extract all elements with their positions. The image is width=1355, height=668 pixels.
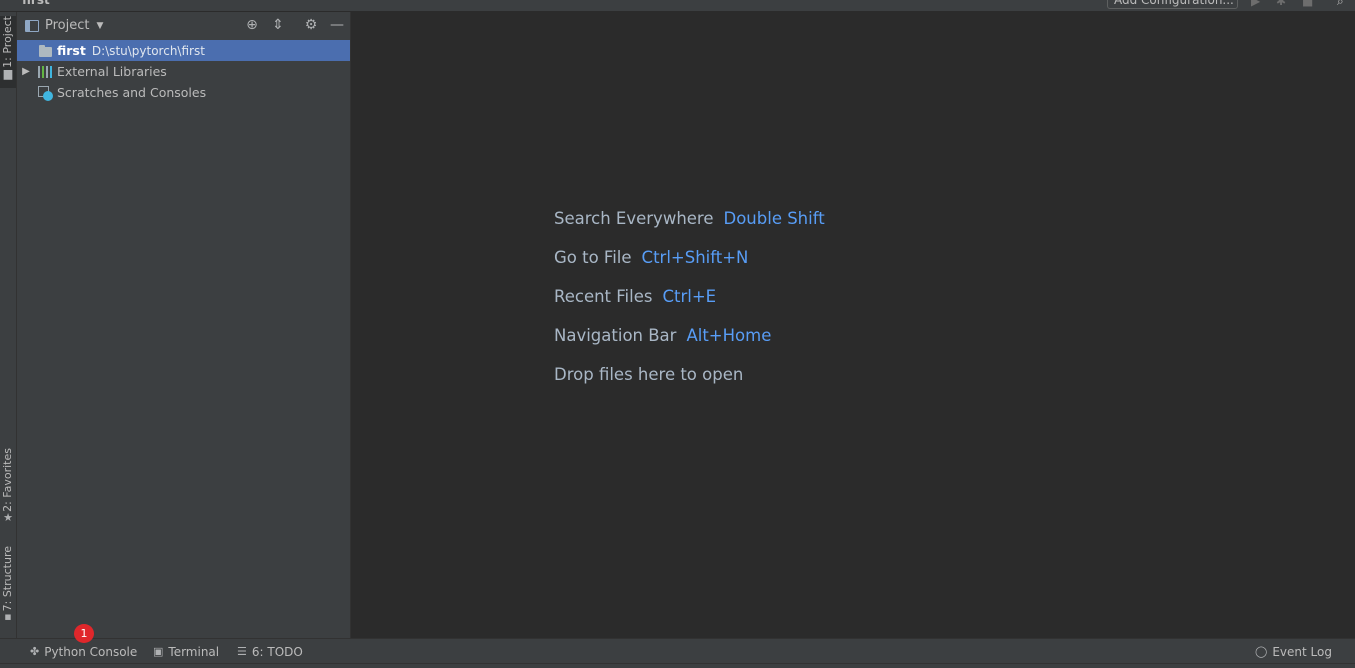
- list-icon: ☰: [237, 645, 247, 658]
- favorites-tool-tab[interactable]: 2: Favorites ★: [0, 448, 16, 530]
- hint-label: Search Everywhere: [554, 209, 714, 228]
- debug-icon[interactable]: ✱: [1276, 0, 1286, 8]
- hint-search-everywhere: Search Everywhere Double Shift: [554, 209, 825, 228]
- hint-shortcut: Ctrl+Shift+N: [641, 248, 749, 267]
- python-icon: ✤: [30, 645, 40, 658]
- gear-icon[interactable]: ⚙: [302, 16, 320, 34]
- search-icon[interactable]: ⌕: [1337, 0, 1344, 9]
- tree-item-scratches[interactable]: Scratches and Consoles: [17, 82, 350, 103]
- project-view-icon: [25, 19, 39, 32]
- structure-tool-tab[interactable]: 7: Structure ▪: [0, 546, 16, 626]
- event-log-label: Event Log: [1272, 644, 1332, 659]
- hint-label: Recent Files: [554, 287, 653, 306]
- structure-icon: ▪: [4, 610, 12, 624]
- hint-shortcut: Double Shift: [723, 209, 825, 228]
- terminal-tab[interactable]: ▣ Terminal: [153, 639, 219, 664]
- hint-label: Drop files here to open: [554, 365, 744, 384]
- locate-file-icon[interactable]: ⊕: [243, 16, 261, 34]
- todo-tab[interactable]: ☰ 6: TODO: [237, 639, 303, 664]
- tree-item-name: External Libraries: [57, 64, 167, 79]
- event-log-icon: ◯: [1255, 645, 1268, 658]
- hide-panel-icon[interactable]: —: [328, 16, 346, 34]
- hint-go-to-file: Go to File Ctrl+Shift+N: [554, 248, 748, 267]
- favorites-tool-tab-label: 2: Favorites: [1, 448, 14, 512]
- chevron-right-icon[interactable]: ▶: [20, 66, 32, 77]
- project-view-selector[interactable]: Project: [45, 18, 89, 33]
- editor-empty-area[interactable]: Search Everywhere Double Shift Go to File…: [352, 12, 1355, 638]
- tree-item-first[interactable]: first D:\stu\pytorch\first: [17, 40, 350, 61]
- project-panel: Project ▼ ⊕ ⇕ ⚙ — first D:\stu\pytorch\f…: [17, 12, 351, 638]
- collapse-all-icon[interactable]: ⇕: [269, 16, 287, 34]
- folder-icon: ▆: [3, 66, 13, 80]
- project-tool-tab-label: 1: Project: [1, 16, 14, 68]
- terminal-label: Terminal: [168, 644, 220, 659]
- tree-item-name: first: [57, 43, 86, 58]
- left-tool-stripe: 1: Project ▆ 2: Favorites ★ 7: Structure…: [0, 12, 17, 638]
- chevron-down-icon[interactable]: ▼: [96, 21, 103, 31]
- python-console-label: Python Console: [44, 644, 138, 659]
- hint-label: Go to File: [554, 248, 632, 267]
- notification-badge: 1: [74, 624, 94, 643]
- todo-label: 6: TODO: [251, 644, 303, 659]
- run-icon[interactable]: ▶: [1251, 0, 1260, 8]
- terminal-icon: ▣: [153, 645, 164, 658]
- hint-recent-files: Recent Files Ctrl+E: [554, 287, 716, 306]
- star-icon: ★: [3, 510, 13, 524]
- tree-item-external-libraries[interactable]: ▶ External Libraries: [17, 61, 350, 82]
- tree-item-name: Scratches and Consoles: [57, 85, 207, 100]
- project-panel-header: Project ▼ ⊕ ⇕ ⚙ —: [17, 12, 350, 39]
- bottom-tool-bar: ✤ Python Console ▣ Terminal ☰ 6: TODO ◯ …: [0, 638, 1355, 663]
- library-icon: [38, 65, 54, 79]
- hint-shortcut: Alt+Home: [686, 326, 772, 345]
- scratches-icon: [38, 85, 54, 101]
- project-name-label[interactable]: first: [22, 0, 50, 7]
- add-configuration-button[interactable]: Add Configuration...: [1107, 0, 1238, 9]
- hint-label: Navigation Bar: [554, 326, 677, 345]
- hint-navigation-bar: Navigation Bar Alt+Home: [554, 326, 771, 345]
- tree-item-path: D:\stu\pytorch\first: [91, 43, 205, 58]
- stop-icon[interactable]: ■: [1302, 0, 1313, 8]
- hint-drop-files: Drop files here to open: [554, 365, 743, 384]
- navigation-bar: first Add Configuration... ▶ ✱ ■ ⌕: [0, 0, 1355, 12]
- structure-tool-tab-label: 7: Structure: [1, 546, 14, 612]
- status-bar: [0, 663, 1355, 668]
- folder-icon: [38, 44, 54, 58]
- event-log-tab[interactable]: ◯ Event Log: [1255, 639, 1332, 664]
- project-tool-tab[interactable]: 1: Project ▆: [0, 16, 16, 88]
- hint-shortcut: Ctrl+E: [662, 287, 717, 306]
